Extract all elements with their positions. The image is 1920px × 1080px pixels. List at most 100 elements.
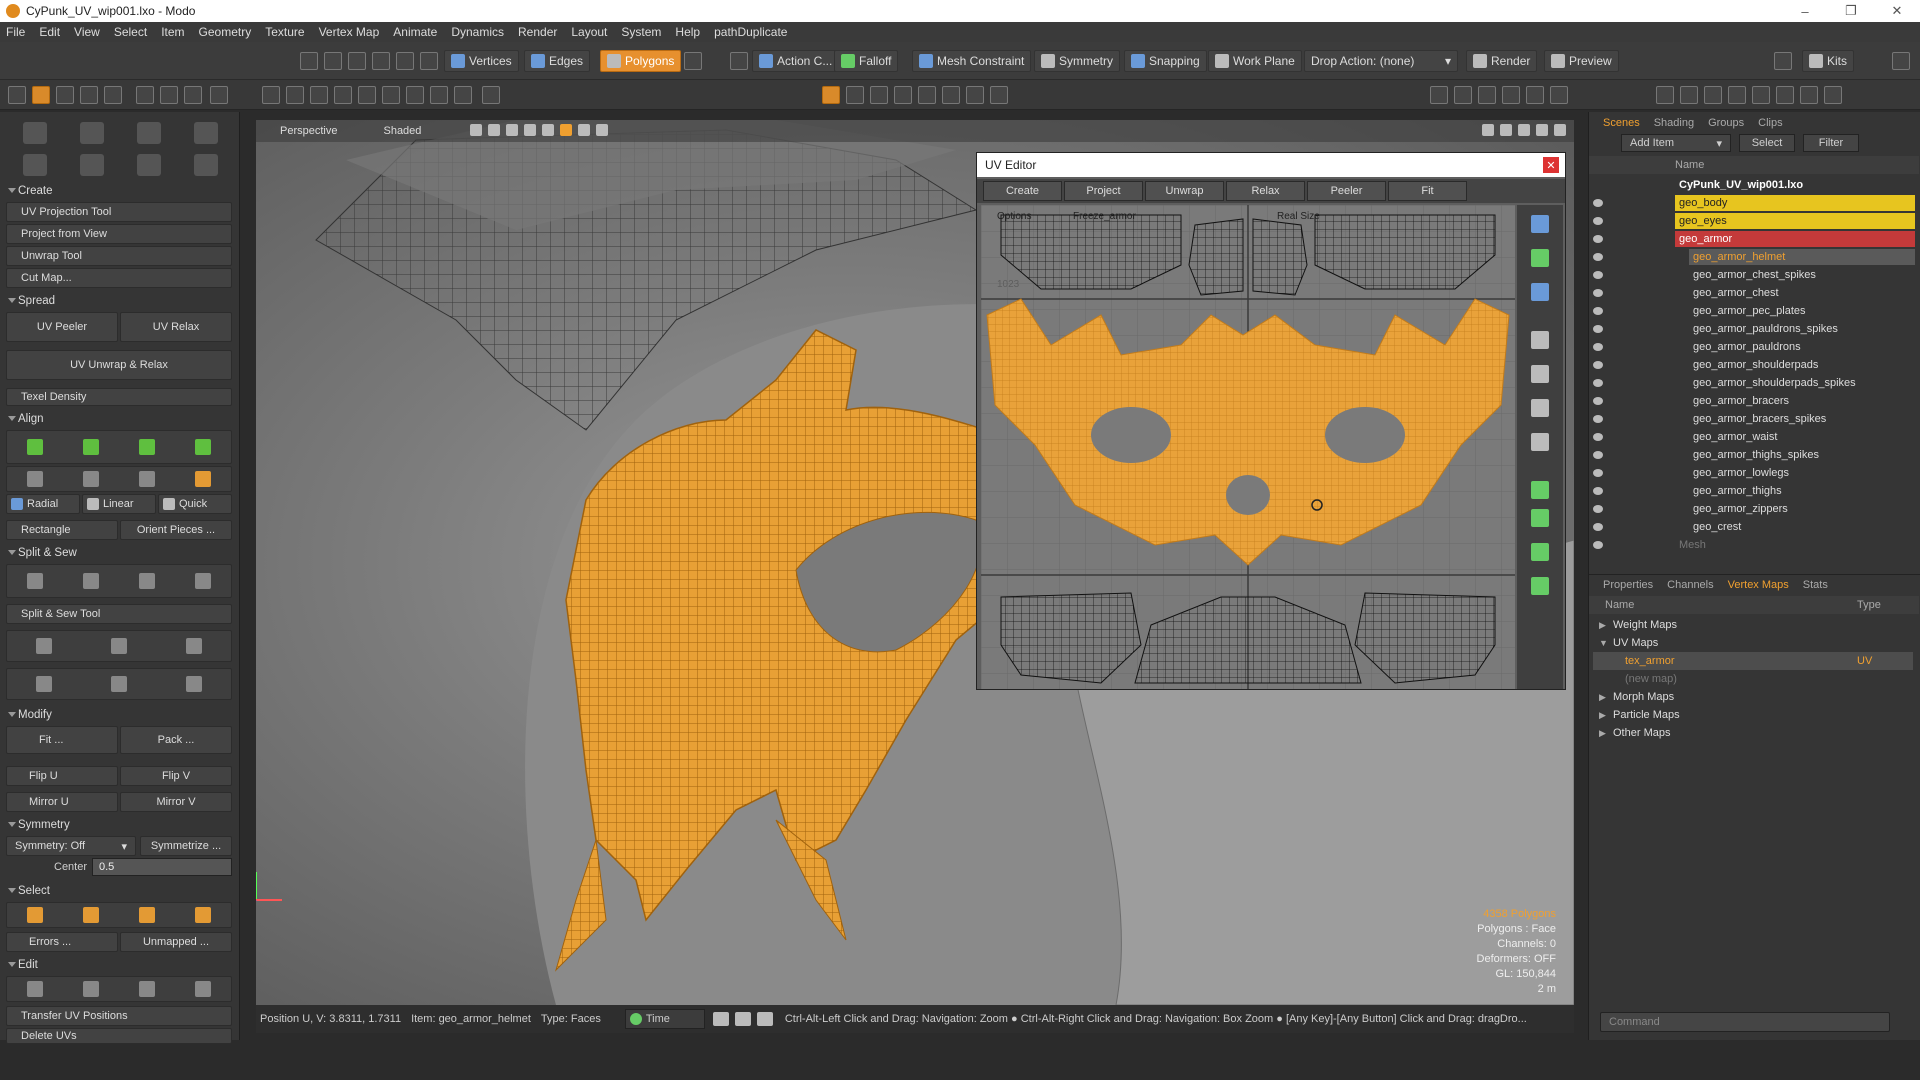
close-icon[interactable]: ✕	[1874, 0, 1920, 22]
materials-mode-icon[interactable]	[684, 52, 702, 70]
uv-frame-icon[interactable]	[966, 86, 984, 104]
search-icon[interactable]	[1774, 52, 1792, 70]
visibility-eye-icon[interactable]	[1593, 235, 1603, 243]
center-input[interactable]: 0.5	[92, 858, 232, 876]
vp-bg-icon[interactable]	[596, 124, 608, 136]
mirror-v-button[interactable]: Mirror V	[120, 792, 232, 812]
scene-item-row[interactable]: geo_armor_thighs	[1593, 482, 1920, 500]
vertex-map-row[interactable]: ▼ UV Maps	[1593, 634, 1913, 652]
scene-item-row[interactable]: geo_armor	[1593, 230, 1920, 248]
vertex-map-row[interactable]: ▶ Particle Maps	[1593, 706, 1913, 724]
expand-arrow-icon[interactable]: ▶	[1599, 692, 1606, 703]
frame-icon[interactable]	[430, 86, 448, 104]
menu-system[interactable]: System	[621, 25, 661, 39]
visibility-eye-icon[interactable]	[1593, 271, 1603, 279]
uv-transform-icon[interactable]	[1531, 215, 1549, 233]
environment-icon[interactable]	[1824, 86, 1842, 104]
command-input[interactable]: Command	[1600, 1012, 1890, 1032]
scene-item-row[interactable]: Mesh	[1593, 536, 1920, 554]
vp-uv-icon[interactable]	[560, 124, 572, 136]
visibility-eye-icon[interactable]	[1593, 505, 1603, 513]
align-section-header[interactable]: Align	[2, 410, 238, 428]
snapping-button[interactable]: Snapping	[1124, 50, 1207, 72]
tab-properties[interactable]: Properties	[1603, 579, 1653, 591]
rotate-icon[interactable]	[310, 86, 328, 104]
pan-icon[interactable]	[1482, 124, 1494, 136]
tab-vertex-maps[interactable]: Vertex Maps	[1728, 579, 1789, 591]
delete-uvs-button[interactable]: Delete UVs	[6, 1028, 232, 1044]
vp-xray-icon[interactable]	[506, 124, 518, 136]
panel-add-icon[interactable]	[1550, 86, 1568, 104]
scene-root-row[interactable]: CyPunk_UV_wip001.lxo	[1611, 176, 1920, 194]
menu-item[interactable]: Item	[161, 25, 184, 39]
split-f-icon[interactable]	[185, 676, 202, 692]
select-island-icon[interactable]	[83, 907, 99, 923]
visibility-eye-icon[interactable]	[1593, 307, 1603, 315]
symmetry-select[interactable]: Symmetry: Off ▾	[6, 836, 136, 856]
scene-item-row[interactable]: geo_armor_chest	[1593, 284, 1920, 302]
uv-unwrap-relax-button[interactable]: UV Unwrap & Relax	[6, 350, 232, 380]
uv-mode-icon[interactable]	[56, 86, 74, 104]
transform-icon[interactable]	[358, 86, 376, 104]
select-overlap-icon[interactable]	[195, 907, 211, 923]
visibility-eye-icon[interactable]	[1593, 397, 1603, 405]
vertex-map-row[interactable]: ▶ Morph Maps	[1593, 688, 1913, 706]
polygons-button[interactable]: Polygons	[600, 50, 682, 72]
split-a-icon[interactable]	[36, 638, 53, 654]
uv-arrow-right-icon[interactable]	[1531, 577, 1549, 595]
menu-vertex-map[interactable]: Vertex Map	[319, 25, 380, 39]
visibility-eye-icon[interactable]	[1593, 469, 1603, 477]
fit-icon[interactable]	[1536, 124, 1548, 136]
viewport-cube-icon[interactable]	[262, 86, 280, 104]
sew-4-icon[interactable]	[195, 573, 211, 589]
rotate-90-icon[interactable]	[139, 471, 155, 487]
uv-tab-fit[interactable]: Fit	[1388, 181, 1467, 201]
select-tool-icon[interactable]	[300, 52, 318, 70]
visibility-eye-icon[interactable]	[1593, 487, 1603, 495]
layout-toggle-icon[interactable]	[1892, 52, 1910, 70]
split-d-icon[interactable]	[36, 676, 53, 692]
uv-arrow-left-icon[interactable]	[1531, 543, 1549, 561]
materials-icon[interactable]	[420, 52, 438, 70]
uv-tab-relax[interactable]: Relax	[1226, 181, 1305, 201]
vertex-map-row[interactable]: (new map)	[1593, 670, 1913, 688]
edit-move-icon[interactable]	[27, 981, 43, 997]
uv-grid-icon[interactable]	[846, 86, 864, 104]
preview-button[interactable]: Preview	[1544, 50, 1619, 72]
vp-grid-icon[interactable]	[470, 124, 482, 136]
action-center-button[interactable]: Action C...	[752, 50, 840, 72]
uv-tab-unwrap[interactable]: Unwrap	[1145, 181, 1224, 201]
edit-copy-icon[interactable]	[83, 981, 99, 997]
fit-button[interactable]: Fit ...	[6, 726, 118, 754]
menu-dynamics[interactable]: Dynamics	[451, 25, 504, 39]
record-icon[interactable]	[712, 1012, 729, 1026]
sew-2-icon[interactable]	[83, 573, 99, 589]
menu-render[interactable]: Render	[518, 25, 557, 39]
time-button[interactable]: Time	[624, 1009, 705, 1029]
sculpt-icon[interactable]	[80, 86, 98, 104]
uv-image-icon[interactable]	[1531, 433, 1549, 451]
vertex-map-row[interactable]: ▶ Other Maps	[1593, 724, 1913, 742]
uv-project-icon[interactable]	[22, 122, 47, 144]
uv-arrow-up-icon[interactable]	[1531, 481, 1549, 499]
uv-scale-icon[interactable]	[1531, 283, 1549, 301]
visibility-eye-icon[interactable]	[1593, 379, 1603, 387]
clips-icon[interactable]	[1728, 86, 1746, 104]
straighten-icon[interactable]	[195, 471, 211, 487]
uv-plane-icon[interactable]	[1531, 365, 1549, 383]
edit-snap-icon[interactable]	[195, 981, 211, 997]
vertices-button[interactable]: Vertices	[444, 50, 519, 72]
schematic-icon[interactable]	[1526, 86, 1544, 104]
scene-item-row[interactable]: geo_armor_lowlegs	[1593, 464, 1920, 482]
scene-item-row[interactable]: geo_armor_waist	[1593, 428, 1920, 446]
uv-box-icon[interactable]	[1531, 331, 1549, 349]
brush-icon[interactable]	[104, 86, 122, 104]
uv-relax-button[interactable]: UV Relax	[120, 312, 232, 342]
lasso-icon[interactable]	[348, 52, 366, 70]
uv-stamp-icon[interactable]	[193, 154, 218, 176]
flip-v-button[interactable]: Flip V	[120, 766, 232, 786]
item-list-icon[interactable]	[1656, 86, 1674, 104]
camera-icon[interactable]	[184, 86, 202, 104]
uv-add-icon[interactable]	[990, 86, 1008, 104]
scene-item-row[interactable]: geo_armor_pauldrons_spikes	[1593, 320, 1920, 338]
